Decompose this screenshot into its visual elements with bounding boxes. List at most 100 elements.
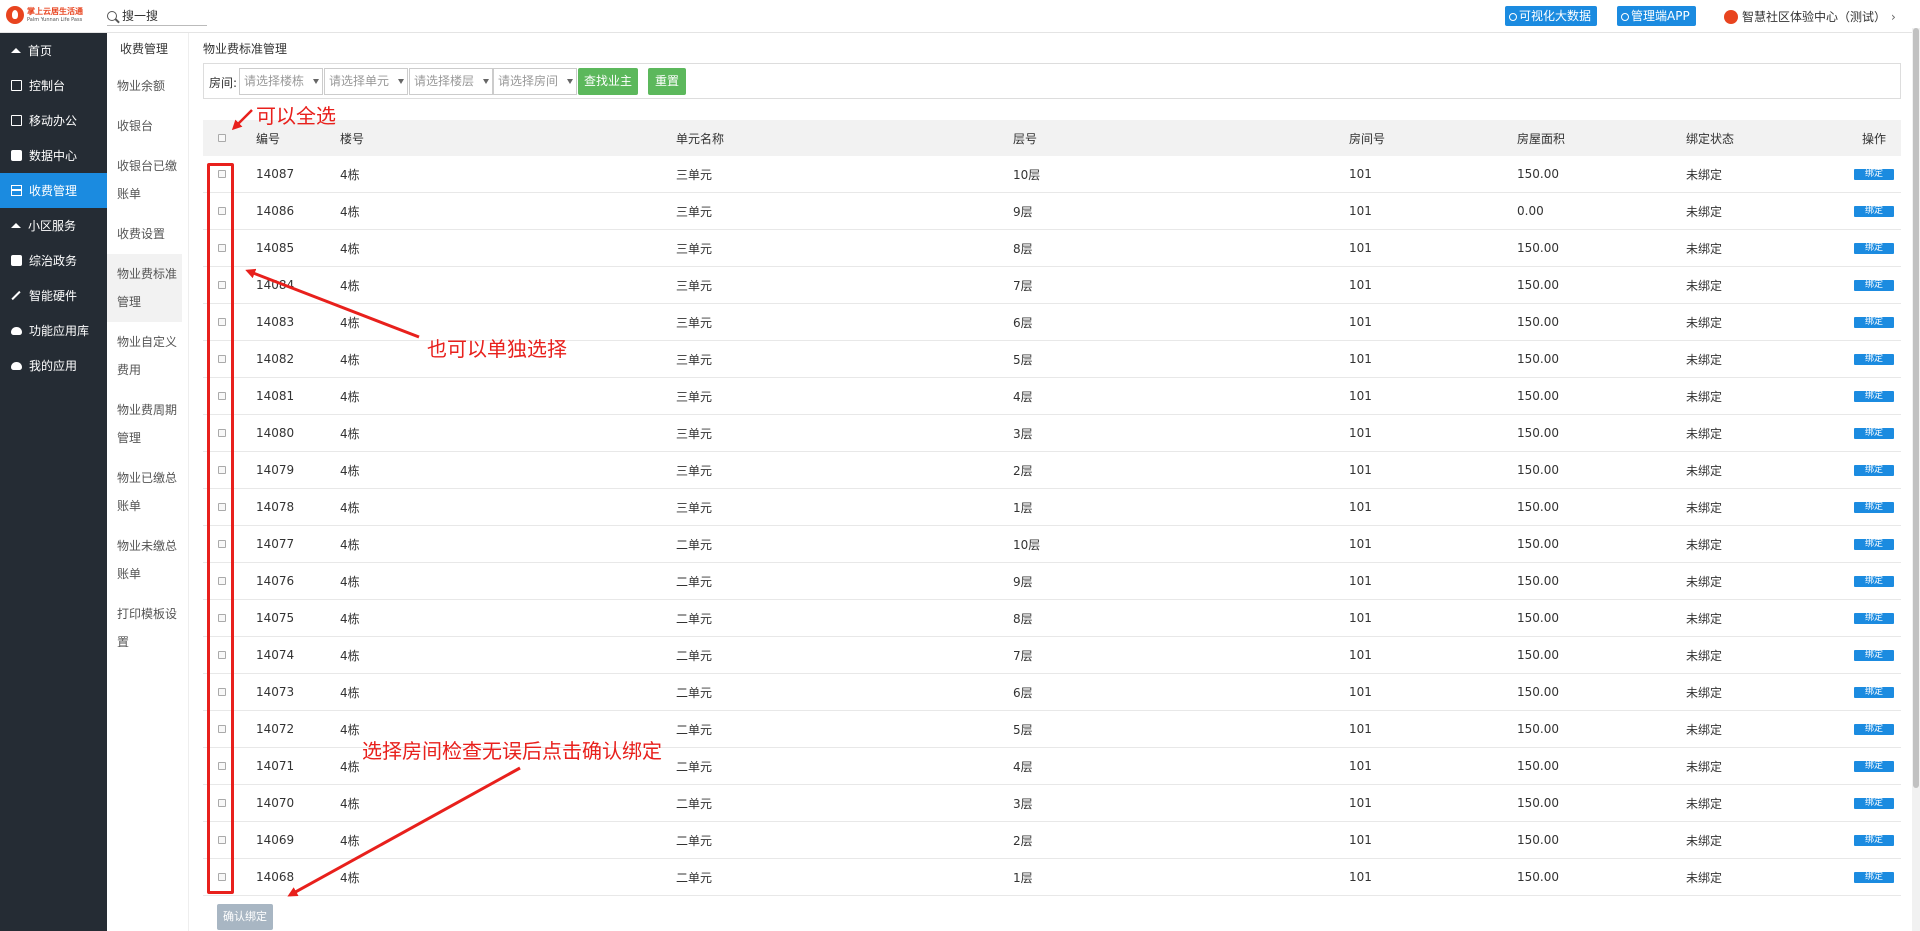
cell-building: 4栋 [340,648,360,663]
bind-button[interactable]: 绑定 [1854,834,1894,846]
bind-button[interactable]: 绑定 [1854,205,1894,217]
bigdata-button[interactable]: 可视化大数据 [1505,6,1598,26]
submenu-item-unpaid-ledger[interactable]: 物业未缴总账单 [107,526,182,594]
bind-button[interactable]: 绑定 [1854,723,1894,735]
sidebar-item-mobile-office[interactable]: 移动办公 [0,103,107,138]
confirm-bind-button[interactable]: 确认绑定 [217,904,273,930]
briefcase-icon [11,150,22,161]
cell-no: 14071 [256,759,295,773]
sidebar-item-home[interactable]: 首页 [0,33,107,68]
cell-unit: 三单元 [676,500,713,515]
submenu-item-paid-ledger[interactable]: 物业已缴总账单 [107,458,182,526]
scrollbar-thumb[interactable] [1913,28,1919,788]
floor-select[interactable]: 请选择楼层 [409,68,493,95]
bind-button[interactable]: 绑定 [1854,649,1894,661]
breadcrumb: 物业费标准管理 [203,42,288,56]
org-logo-icon [1724,9,1738,24]
submenu-item-cashier-paid[interactable]: 收银台已缴账单 [107,146,182,214]
building-select[interactable]: 请选择楼栋 [239,68,323,95]
table-header: 编号 楼号 单元名称 层号 房间号 房屋面积 绑定状态 操作 [203,120,1901,156]
cell-room: 101 [1349,167,1372,181]
select-all-checkbox[interactable] [218,134,226,142]
header-area: 房屋面积 [1517,131,1566,146]
search-icon [107,10,117,21]
sidebar-item-console[interactable]: 控制台 [0,68,107,103]
header-op: 操作 [1862,131,1887,146]
find-owner-button[interactable]: 查找业主 [578,68,639,95]
bind-button[interactable]: 绑定 [1854,538,1894,550]
cell-floor: 4层 [1013,389,1033,404]
credit-card-icon [11,185,22,196]
bind-button[interactable]: 绑定 [1854,353,1894,365]
admin-app-label: 管理端APP [1631,9,1690,23]
cell-area: 150.00 [1517,463,1559,477]
bind-button[interactable]: 绑定 [1854,501,1894,513]
cell-unit: 二单元 [676,722,713,737]
bind-button[interactable]: 绑定 [1854,427,1894,439]
cell-floor: 10层 [1013,537,1041,552]
submenu-item-fee-settings[interactable]: 收费设置 [107,214,182,254]
sidebar-item-smart-hardware[interactable]: 智能硬件 [0,278,107,313]
bind-button[interactable]: 绑定 [1854,279,1894,291]
cell-room: 101 [1349,315,1372,329]
sidebar-item-data-center[interactable]: 数据中心 [0,138,107,173]
bind-button[interactable]: 绑定 [1854,760,1894,772]
cell-no: 14076 [256,574,295,588]
sidebar-item-billing[interactable]: 收费管理 [0,173,107,208]
submenu-item-print-template[interactable]: 打印模板设置 [107,594,182,662]
header-room: 房间号 [1349,131,1386,146]
annotation-select-all: 可以全选 [256,104,336,128]
bind-button[interactable]: 绑定 [1854,575,1894,587]
cell-building: 4栋 [340,315,360,330]
submenu-item-fee-standard[interactable]: 物业费标准管理 [107,254,182,322]
bind-button[interactable]: 绑定 [1854,390,1894,402]
cell-floor: 6层 [1013,315,1033,330]
header-building: 楼号 [340,131,365,146]
cell-area: 150.00 [1517,574,1559,588]
submenu-item-cashier[interactable]: 收银台 [107,106,182,146]
bind-button[interactable]: 绑定 [1854,797,1894,809]
bind-button[interactable]: 绑定 [1854,612,1894,624]
sidebar-item-governance[interactable]: 综治政务 [0,243,107,278]
caret-down-icon [483,79,489,84]
reset-button[interactable]: 重置 [648,68,687,95]
filter-label: 房间: [209,76,238,90]
cell-no: 14068 [256,870,295,884]
page-scrollbar[interactable] [1912,28,1920,931]
search-input[interactable]: 搜一搜 [107,6,207,26]
unit-select[interactable]: 请选择单元 [324,68,408,95]
sidebar-item-community-service[interactable]: 小区服务 [0,208,107,243]
cell-no: 14070 [256,796,295,810]
bind-button[interactable]: 绑定 [1854,464,1894,476]
submenu-item-fee-cycle[interactable]: 物业费周期管理 [107,390,182,458]
cell-unit: 二单元 [676,870,713,885]
main-sidebar: 首页 控制台 移动办公 数据中心 收费管理 小区服务 综治政务 智能硬件 功能应… [0,33,107,931]
cell-floor: 1层 [1013,870,1033,885]
app-logo[interactable]: 掌上云居生活通 Palm Yunnan Life Pass [6,6,83,24]
bank-icon [11,255,22,266]
logo-title: 掌上云居生活通 [27,6,83,16]
cell-no: 14082 [256,352,295,366]
bind-button[interactable]: 绑定 [1854,316,1894,328]
submenu-item-property-balance[interactable]: 物业余额 [107,66,182,106]
cell-unit: 三单元 [676,426,713,441]
cell-building: 4栋 [340,426,360,441]
submenu-item-custom-fee[interactable]: 物业自定义费用 [107,322,182,390]
bind-button[interactable]: 绑定 [1854,871,1894,883]
cell-area: 150.00 [1517,796,1559,810]
cell-room: 101 [1349,500,1372,514]
table-row: 14075 4栋 二单元 8层 101 150.00 未绑定 绑定 [203,600,1901,637]
sidebar-item-my-apps[interactable]: 我的应用 [0,348,107,383]
bind-button[interactable]: 绑定 [1854,686,1894,698]
sidebar-item-app-library[interactable]: 功能应用库 [0,313,107,348]
bind-button[interactable]: 绑定 [1854,242,1894,254]
cell-floor: 4层 [1013,759,1033,774]
room-select[interactable]: 请选择房间 [493,68,577,95]
cell-state: 未绑定 [1686,833,1723,848]
cloud-upload-icon [11,326,22,335]
admin-app-button[interactable]: 管理端APP [1617,6,1696,26]
bind-button[interactable]: 绑定 [1854,168,1894,180]
table-row: 14086 4栋 三单元 9层 101 0.00 未绑定 绑定 [203,193,1901,230]
org-switcher[interactable]: 智慧社区体验中心（测试） › [1724,8,1896,25]
cell-unit: 三单元 [676,204,713,219]
